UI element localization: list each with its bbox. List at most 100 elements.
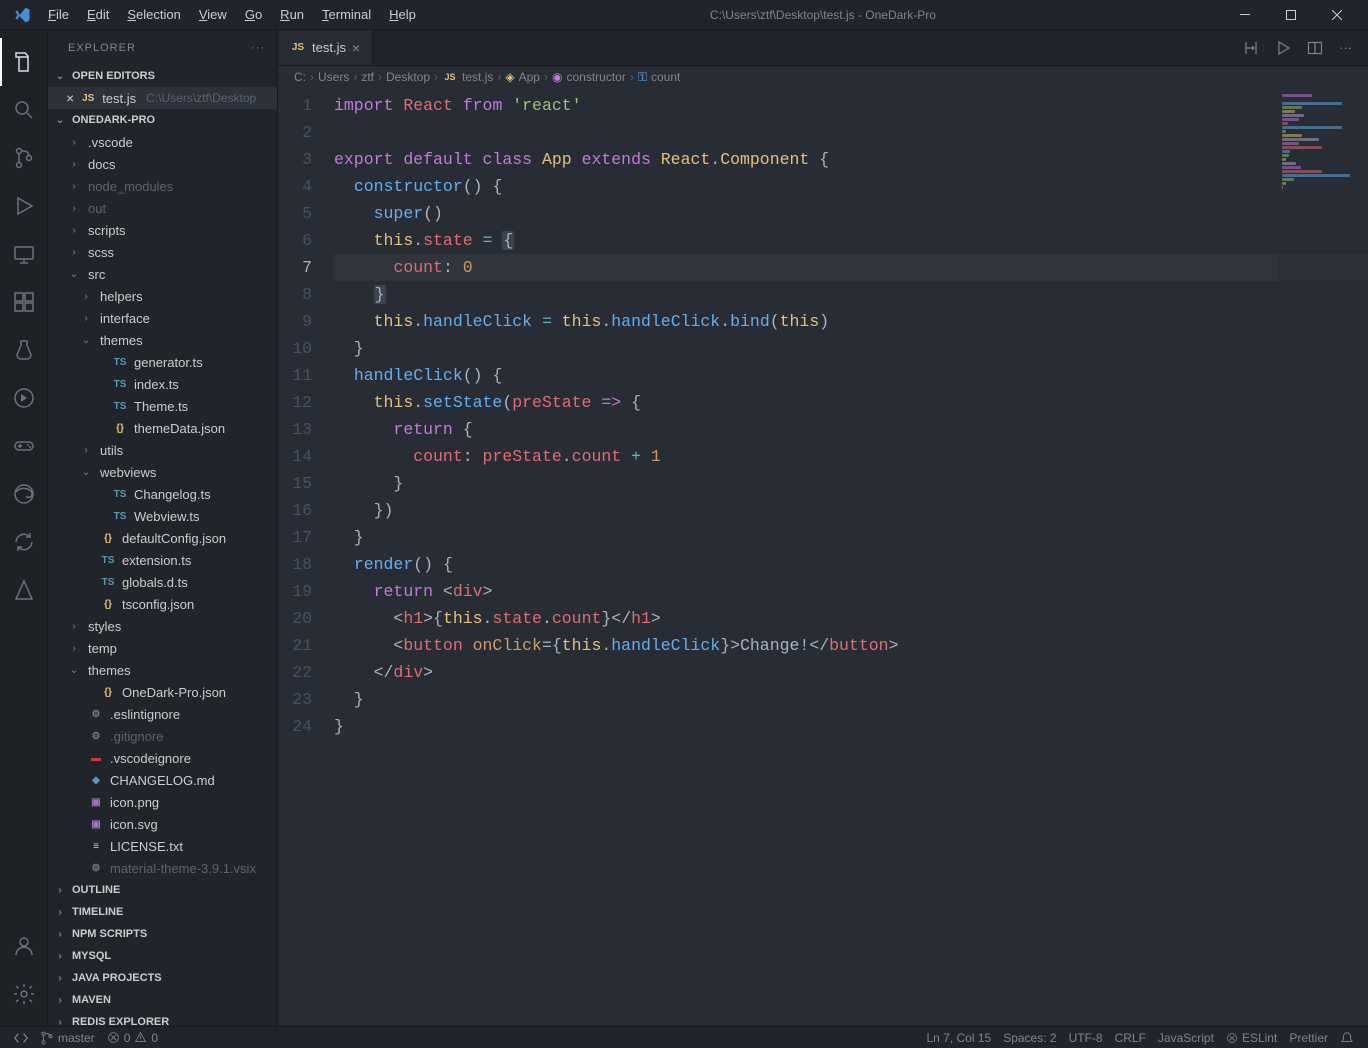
breadcrumb-segment[interactable]: JStest.js bbox=[442, 69, 493, 85]
file-item[interactable]: {}defaultConfig.json bbox=[48, 527, 277, 549]
status-language[interactable]: JavaScript bbox=[1152, 1031, 1220, 1045]
menu-terminal[interactable]: Terminal bbox=[314, 3, 379, 26]
breadcrumb-segment[interactable]: ◈App bbox=[505, 70, 540, 84]
folder-item[interactable]: ›helpers bbox=[48, 285, 277, 307]
menu-view[interactable]: View bbox=[191, 3, 235, 26]
file-item[interactable]: ◆CHANGELOG.md bbox=[48, 769, 277, 791]
file-item[interactable]: {}themeData.json bbox=[48, 417, 277, 439]
file-item[interactable]: ⚙material-theme-3.9.1.vsix bbox=[48, 857, 277, 879]
file-item[interactable]: ⚙.gitignore bbox=[48, 725, 277, 747]
folder-item[interactable]: ›temp bbox=[48, 637, 277, 659]
file-item[interactable]: TSChangelog.ts bbox=[48, 483, 277, 505]
activity-gamepad-icon[interactable] bbox=[0, 422, 48, 470]
maven-section[interactable]: ›MAVEN bbox=[48, 989, 277, 1011]
folder-item[interactable]: ›.vscode bbox=[48, 131, 277, 153]
activity-azure-icon[interactable] bbox=[0, 566, 48, 614]
split-editor-icon[interactable] bbox=[1303, 36, 1327, 60]
workspace-section[interactable]: ⌄ONEDARK-PRO bbox=[48, 109, 277, 131]
menu-help[interactable]: Help bbox=[381, 3, 424, 26]
npm-scripts-section[interactable]: ›NPM SCRIPTS bbox=[48, 923, 277, 945]
status-remote-icon[interactable] bbox=[8, 1031, 34, 1045]
breadcrumb-segment[interactable]: C: bbox=[294, 70, 306, 84]
status-branch[interactable]: master bbox=[34, 1031, 101, 1045]
activity-settings-icon[interactable] bbox=[0, 970, 48, 1018]
menu-file[interactable]: File bbox=[40, 3, 77, 26]
file-item[interactable]: TSindex.ts bbox=[48, 373, 277, 395]
status-encoding[interactable]: UTF-8 bbox=[1063, 1031, 1109, 1045]
minimize-button[interactable] bbox=[1222, 0, 1268, 30]
breadcrumb[interactable]: C:›Users›ztf›Desktop›JStest.js›◈App›◉con… bbox=[278, 66, 1368, 88]
activity-account-icon[interactable] bbox=[0, 922, 48, 970]
activity-run-debug-icon[interactable] bbox=[0, 182, 48, 230]
status-eslint[interactable]: ESLint bbox=[1220, 1031, 1283, 1045]
mysql-section[interactable]: ›MYSQL bbox=[48, 945, 277, 967]
folder-item[interactable]: ⌄webviews bbox=[48, 461, 277, 483]
close-button[interactable] bbox=[1314, 0, 1360, 30]
sidebar-more-icon[interactable]: ··· bbox=[251, 42, 265, 54]
menu-selection[interactable]: Selection bbox=[119, 3, 188, 26]
file-item[interactable]: TSextension.ts bbox=[48, 549, 277, 571]
folder-item[interactable]: ⌄themes bbox=[48, 329, 277, 351]
activity-search-icon[interactable] bbox=[0, 86, 48, 134]
status-eol[interactable]: CRLF bbox=[1109, 1031, 1152, 1045]
status-formatter[interactable]: Prettier bbox=[1283, 1031, 1334, 1045]
menu-edit[interactable]: Edit bbox=[79, 3, 117, 26]
breadcrumb-segment[interactable]: ⚿count bbox=[638, 70, 681, 85]
activity-remote-icon[interactable] bbox=[0, 230, 48, 278]
activity-source-control-icon[interactable] bbox=[0, 134, 48, 182]
activity-live-share-icon[interactable] bbox=[0, 374, 48, 422]
file-item[interactable]: ▣icon.svg bbox=[48, 813, 277, 835]
code-editor[interactable]: 123456789101112131415161718192021222324 … bbox=[278, 88, 1368, 1026]
folder-item[interactable]: ›scripts bbox=[48, 219, 277, 241]
close-tab-icon[interactable]: × bbox=[352, 40, 360, 56]
menu-run[interactable]: Run bbox=[272, 3, 312, 26]
folder-item[interactable]: ›scss bbox=[48, 241, 277, 263]
menu-go[interactable]: Go bbox=[237, 3, 270, 26]
minimap[interactable] bbox=[1278, 88, 1368, 1026]
file-item[interactable]: TSglobals.d.ts bbox=[48, 571, 277, 593]
folder-item[interactable]: ›out bbox=[48, 197, 277, 219]
open-editors-section[interactable]: ⌄OPEN EDITORS bbox=[48, 65, 277, 87]
activity-extensions-icon[interactable] bbox=[0, 278, 48, 326]
status-cursor-position[interactable]: Ln 7, Col 15 bbox=[920, 1031, 997, 1045]
close-icon[interactable]: × bbox=[66, 90, 74, 106]
maximize-button[interactable] bbox=[1268, 0, 1314, 30]
file-item[interactable]: ≡LICENSE.txt bbox=[48, 835, 277, 857]
breadcrumb-segment[interactable]: ◉constructor bbox=[552, 70, 626, 84]
editor-tab[interactable]: JS test.js × bbox=[278, 30, 373, 65]
status-spaces[interactable]: Spaces: 2 bbox=[997, 1031, 1062, 1045]
activity-testing-icon[interactable] bbox=[0, 326, 48, 374]
activity-sync-icon[interactable] bbox=[0, 518, 48, 566]
code-content[interactable]: import React from 'react' export default… bbox=[334, 88, 1368, 1026]
run-file-icon[interactable] bbox=[1271, 36, 1295, 60]
folder-item[interactable]: ⌄src bbox=[48, 263, 277, 285]
breadcrumb-segment[interactable]: ztf bbox=[361, 70, 374, 84]
folder-item[interactable]: ›styles bbox=[48, 615, 277, 637]
more-actions-icon[interactable]: ··· bbox=[1335, 36, 1356, 59]
file-item[interactable]: ▣icon.png bbox=[48, 791, 277, 813]
file-item[interactable]: TSgenerator.ts bbox=[48, 351, 277, 373]
activity-edge-icon[interactable] bbox=[0, 470, 48, 518]
breadcrumb-segment[interactable]: Desktop bbox=[386, 70, 430, 84]
activity-explorer-icon[interactable] bbox=[0, 38, 48, 86]
outline-section[interactable]: ›OUTLINE bbox=[48, 879, 277, 901]
file-item[interactable]: TSTheme.ts bbox=[48, 395, 277, 417]
folder-item[interactable]: ⌄themes bbox=[48, 659, 277, 681]
file-item[interactable]: ▬.vscodeignore bbox=[48, 747, 277, 769]
status-problems[interactable]: 0 0 bbox=[101, 1031, 164, 1045]
file-item[interactable]: TSWebview.ts bbox=[48, 505, 277, 527]
timeline-section[interactable]: ›TIMELINE bbox=[48, 901, 277, 923]
file-item[interactable]: {}OneDark-Pro.json bbox=[48, 681, 277, 703]
compare-icon[interactable] bbox=[1239, 36, 1263, 60]
java-projects-section[interactable]: ›JAVA PROJECTS bbox=[48, 967, 277, 989]
redis-section[interactable]: ›REDIS EXPLORER bbox=[48, 1011, 277, 1026]
folder-item[interactable]: ›utils bbox=[48, 439, 277, 461]
breadcrumb-segment[interactable]: Users bbox=[318, 70, 349, 84]
file-item[interactable]: ⚙.eslintignore bbox=[48, 703, 277, 725]
folder-item[interactable]: ›interface bbox=[48, 307, 277, 329]
file-item[interactable]: {}tsconfig.json bbox=[48, 593, 277, 615]
folder-item[interactable]: ›docs bbox=[48, 153, 277, 175]
open-editor-item[interactable]: × JS test.js C:\Users\ztf\Desktop bbox=[48, 87, 277, 109]
folder-item[interactable]: ›node_modules bbox=[48, 175, 277, 197]
status-notifications-icon[interactable] bbox=[1334, 1031, 1360, 1045]
